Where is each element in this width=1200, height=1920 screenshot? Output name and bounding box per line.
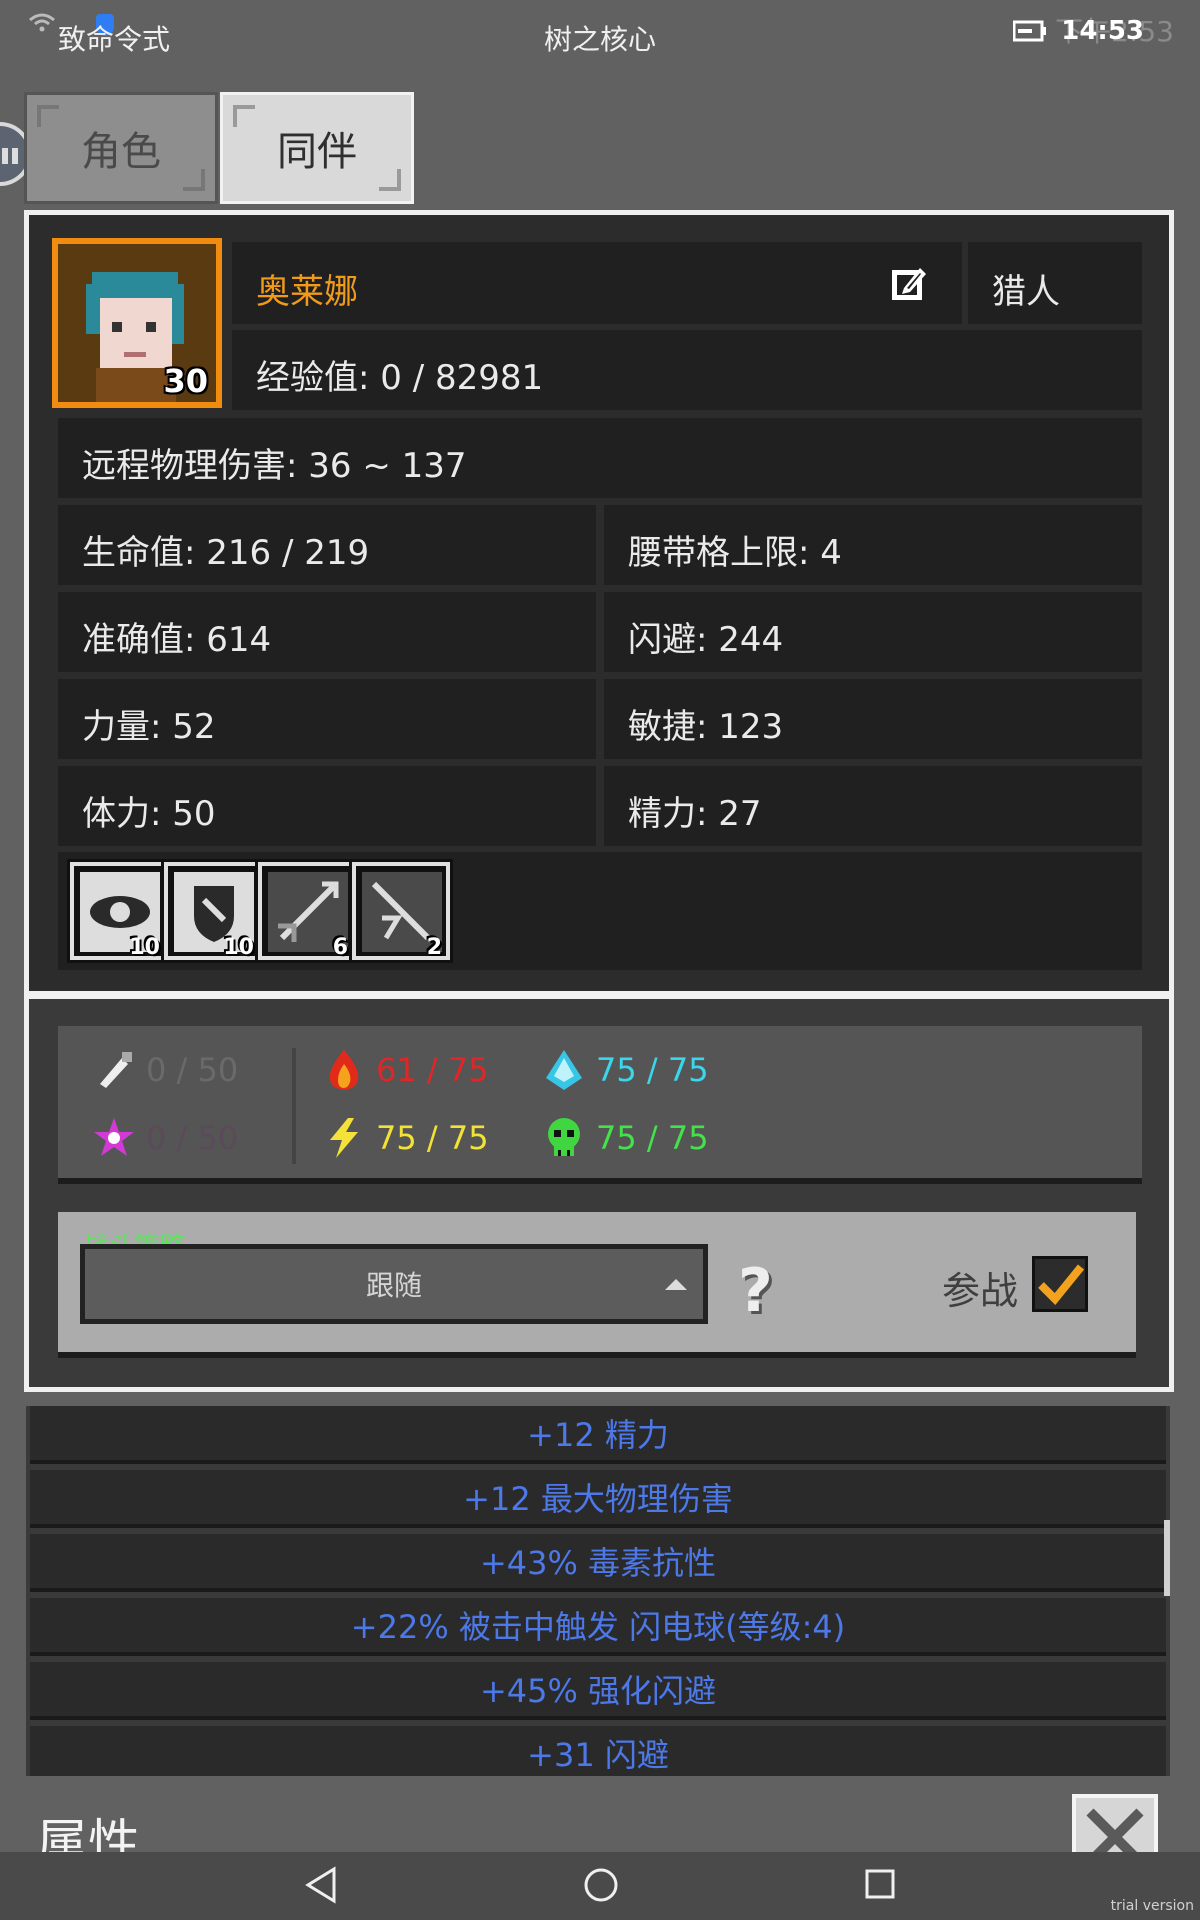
- strategy-selected: 跟随: [365, 1269, 422, 1302]
- damage-row: 远程物理伤害: 36 ~ 137: [58, 418, 1142, 498]
- affix-item: +31 闪避: [30, 1726, 1166, 1776]
- status-bar: 致命令式 树之核心 下午2:53 14:53: [0, 0, 1200, 72]
- poison-skull-icon: [548, 1118, 580, 1156]
- skill-count: 10: [223, 935, 254, 960]
- companion-name: 奥莱娜: [256, 272, 358, 312]
- affix-item: +43% 毒素抗性: [30, 1534, 1166, 1592]
- companion-level: 30: [163, 362, 208, 400]
- stat-cell: 闪避: 244: [604, 592, 1142, 672]
- energy-stat: 精力: 27: [628, 794, 762, 834]
- physical-resist: 0 / 50: [92, 1048, 238, 1092]
- fire-resist: 61 / 75: [322, 1048, 489, 1092]
- skill-count: 2: [426, 935, 442, 960]
- status-right: 14:53: [1013, 16, 1144, 46]
- affix-item: +12 精力: [30, 1406, 1166, 1464]
- stat-cell: 精力: 27: [604, 766, 1142, 846]
- companion-name-cell: 奥莱娜: [232, 242, 962, 324]
- affix-item: +45% 强化闪避: [30, 1662, 1166, 1720]
- select-arrow-icon: [665, 1279, 687, 1290]
- companion-portrait[interactable]: 30: [52, 238, 222, 408]
- help-icon[interactable]: ?: [738, 1256, 773, 1326]
- tab-character-label: 角色: [81, 129, 161, 175]
- edit-name-icon[interactable]: [890, 264, 928, 302]
- fire-resist-value: 61 / 75: [376, 1051, 489, 1089]
- stat-cell: 腰带格上限: 4: [604, 505, 1142, 585]
- companion-class: 猎人: [992, 272, 1060, 312]
- lightning-resist: 75 / 75: [322, 1116, 489, 1160]
- agility-stat: 敏捷: 123: [628, 707, 784, 747]
- stat-cell: 力量: 52: [58, 679, 596, 759]
- join-battle-label: 参战: [942, 1269, 1019, 1313]
- physical-resist-value: 0 / 50: [146, 1051, 239, 1089]
- skill-slot[interactable]: 10: [67, 859, 171, 963]
- magic-resist-icon: [94, 1118, 134, 1156]
- accuracy-stat: 准确值: 614: [82, 620, 272, 660]
- stat-cell: 体力: 50: [58, 766, 596, 846]
- resist-divider: [292, 1048, 296, 1164]
- lightning-resist-value: 75 / 75: [376, 1119, 489, 1157]
- home-icon[interactable]: [582, 1866, 620, 1904]
- belt-stat: 腰带格上限: 4: [628, 533, 842, 573]
- physical-resist-icon: [100, 1052, 132, 1088]
- companion-class-cell: 猎人: [968, 242, 1142, 324]
- cold-resist: 75 / 75: [542, 1048, 709, 1092]
- strategy-select[interactable]: 跟随: [80, 1244, 708, 1324]
- tab-companion[interactable]: 同伴: [220, 92, 414, 204]
- experience-text: 经验值: 0 / 82981: [256, 358, 544, 398]
- magic-resist-value: 0 / 50: [146, 1119, 239, 1157]
- strategy-box: 战斗策略 跟随 ? 参战: [58, 1212, 1136, 1358]
- affix-scrollbar[interactable]: [1164, 1520, 1170, 1596]
- skill-slot[interactable]: 6: [255, 859, 359, 963]
- join-battle-checkbox[interactable]: [1032, 1256, 1088, 1312]
- skill-slot[interactable]: 2: [349, 859, 453, 963]
- tab-companion-label: 同伴: [277, 129, 357, 175]
- stat-cell: 准确值: 614: [58, 592, 596, 672]
- fire-icon: [329, 1050, 359, 1090]
- poison-resist-value: 75 / 75: [596, 1119, 709, 1157]
- back-icon[interactable]: [304, 1866, 338, 1904]
- clock: 14:53: [1061, 16, 1144, 46]
- affix-item: +12 最大物理伤害: [30, 1470, 1166, 1528]
- experience-row: 经验值: 0 / 82981: [232, 330, 1142, 410]
- stat-cell: 生命值: 216 / 219: [58, 505, 596, 585]
- skills-row: 10 10 6 2: [58, 852, 1142, 970]
- lightning-icon: [330, 1118, 358, 1158]
- cold-icon: [546, 1050, 582, 1090]
- skill-slot[interactable]: 10: [161, 859, 265, 963]
- stat-cell: 敏捷: 123: [604, 679, 1142, 759]
- affix-item: +22% 被击中触发 闪电球(等级:4): [30, 1598, 1166, 1656]
- stamina-stat: 体力: 50: [82, 794, 216, 834]
- cold-resist-value: 75 / 75: [596, 1051, 709, 1089]
- resistances-box: 0 / 50 0 / 50 61 / 75 75 / 75 75 / 75 75…: [58, 1026, 1142, 1184]
- tab-character[interactable]: 角色: [24, 92, 218, 204]
- skill-count: 6: [332, 935, 348, 960]
- poison-resist: 75 / 75: [542, 1116, 709, 1160]
- system-nav-bar: trial version: [0, 1852, 1200, 1920]
- affix-list[interactable]: +12 精力 +12 最大物理伤害 +43% 毒素抗性 +22% 被击中触发 闪…: [26, 1406, 1170, 1776]
- battery-icon: [1013, 20, 1047, 42]
- skill-count: 10: [129, 935, 160, 960]
- damage-text: 远程物理伤害: 36 ~ 137: [82, 446, 467, 486]
- magic-resist: 0 / 50: [92, 1116, 238, 1160]
- recent-apps-icon[interactable]: [862, 1866, 898, 1902]
- checkmark-icon: [1038, 1264, 1085, 1305]
- life-stat: 生命值: 216 / 219: [82, 533, 370, 573]
- trial-watermark: trial version: [1110, 1898, 1194, 1914]
- strength-stat: 力量: 52: [82, 707, 216, 747]
- dodge-stat: 闪避: 244: [628, 620, 784, 660]
